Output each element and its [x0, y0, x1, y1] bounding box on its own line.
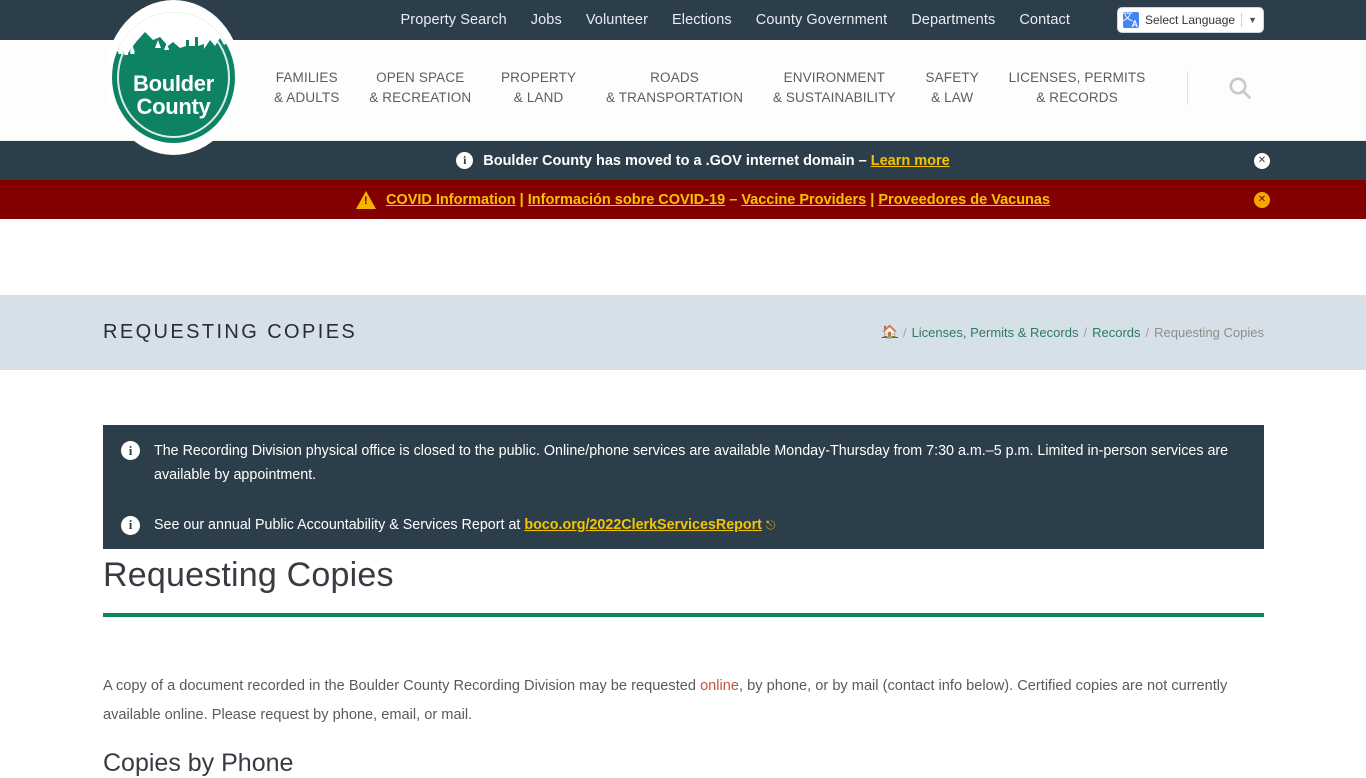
language-selector[interactable]: Select Language ▼ — [1118, 8, 1263, 32]
covid-information-link[interactable]: COVID Information — [386, 192, 516, 208]
alert-gov-message: Boulder County has moved to a .GOV inter… — [483, 152, 871, 169]
alert-covid-content: COVID Information | Información sobre CO… — [0, 190, 1366, 209]
language-selector-divider — [1241, 13, 1243, 27]
topbar-link-property-search[interactable]: Property Search — [401, 12, 507, 28]
intro-paragraph: A copy of a document recorded in the Bou… — [103, 672, 1264, 730]
alert-gov-learn-more-link[interactable]: Learn more — [871, 153, 950, 169]
nav-item-line2: & SUSTAINABILITY — [772, 90, 896, 105]
breadcrumb-separator: / — [1145, 325, 1150, 340]
page-title-bar: REQUESTING COPIES 🏠 / Licenses, Permits … — [0, 295, 1366, 370]
alert-banner-gov-domain: i Boulder County has moved to a .GOV int… — [0, 141, 1366, 180]
main-content: i The Recording Division physical office… — [0, 370, 1366, 777]
nav-item-line1: OPEN SPACE — [376, 70, 465, 85]
nav-item-licenses-permits-records[interactable]: LICENSES, PERMITS & RECORDS — [1005, 68, 1150, 108]
breadcrumb-separator: / — [1083, 325, 1088, 340]
boulder-county-logo[interactable]: Boulder County — [105, 0, 242, 155]
intro-paragraph-part1: A copy of a document recorded in the Bou… — [103, 678, 701, 694]
nav-item-line1: FAMILIES — [275, 70, 338, 85]
heading-underline-rule — [103, 613, 1264, 617]
topbar-link-elections[interactable]: Elections — [672, 12, 732, 28]
covid-informacion-link[interactable]: Información sobre COVID-19 — [528, 192, 725, 208]
content-heading: Requesting Copies — [103, 556, 394, 594]
covid-sep-3: | — [866, 191, 879, 208]
notice-annual-report: i See our annual Public Accountability &… — [103, 501, 1264, 549]
section-heading-copies-by-phone: Copies by Phone — [103, 749, 294, 777]
main-navigation-items: FAMILIES & ADULTS OPEN SPACE & RECREATIO… — [270, 68, 1256, 108]
header-spacer — [0, 219, 1366, 295]
home-icon[interactable]: 🏠 — [882, 325, 898, 340]
notice-office-closed: i The Recording Division physical office… — [103, 425, 1264, 501]
topbar-link-departments[interactable]: Departments — [911, 12, 995, 28]
alert-gov-content: i Boulder County has moved to a .GOV int… — [0, 152, 1366, 169]
alert-gov-text: Boulder County has moved to a .GOV inter… — [483, 153, 950, 169]
info-icon: i — [121, 441, 140, 460]
nav-item-line2: & LAND — [513, 90, 564, 105]
mountain-skyline-icon — [112, 32, 235, 68]
clerk-services-report-link[interactable]: boco.org/2022ClerkServicesReport — [524, 517, 762, 533]
notice-annual-report-prefix: See our annual Public Accountability & S… — [154, 517, 525, 533]
nav-item-line2: & RECREATION — [369, 90, 472, 105]
nav-item-line1: ENVIRONMENT — [783, 70, 885, 85]
info-icon: i — [456, 152, 474, 169]
notice-annual-report-text: See our annual Public Accountability & S… — [154, 513, 775, 537]
logo-text: Boulder County — [112, 72, 235, 118]
nav-item-line2: & LAW — [931, 90, 974, 105]
alert-covid-text: COVID Information | Información sobre CO… — [386, 192, 1050, 208]
page-title: REQUESTING COPIES — [103, 321, 358, 343]
language-selector-label: Select Language — [1145, 13, 1236, 27]
nav-item-roads-transportation[interactable]: ROADS & TRANSPORTATION — [602, 68, 747, 108]
translate-icon — [1122, 8, 1139, 29]
topbar-link-jobs[interactable]: Jobs — [531, 12, 562, 28]
search-icon[interactable] — [1224, 72, 1256, 104]
breadcrumb-item-current: Requesting Copies — [1154, 325, 1264, 340]
nav-item-line2: & RECORDS — [1036, 90, 1118, 105]
warning-icon — [355, 190, 376, 209]
nav-item-line1: PROPERTY — [500, 70, 577, 85]
nav-item-environment-sustainability[interactable]: ENVIRONMENT & SUSTAINABILITY — [769, 68, 900, 108]
chevron-down-icon: ▼ — [1248, 15, 1257, 25]
notice-office-closed-text: The Recording Division physical office i… — [154, 443, 1229, 483]
close-icon[interactable]: ✕ — [1254, 152, 1270, 169]
proveedores-vacunas-link[interactable]: Proveedores de Vacunas — [878, 192, 1050, 208]
logo-line-2: County — [136, 94, 211, 119]
top-utility-links: Property Search Jobs Volunteer Elections… — [401, 8, 1263, 32]
topbar-link-county-government[interactable]: County Government — [756, 12, 887, 28]
breadcrumb-separator: / — [902, 325, 907, 340]
info-icon: i — [121, 515, 140, 535]
nav-item-open-space-recreation[interactable]: OPEN SPACE & RECREATION — [365, 68, 475, 108]
logo-line-1: Boulder — [132, 71, 214, 96]
nav-item-safety-law[interactable]: SAFETY & LAW — [921, 68, 982, 108]
alert-banner-covid: COVID Information | Información sobre CO… — [0, 180, 1366, 219]
close-icon[interactable]: ✕ — [1254, 191, 1270, 208]
nav-item-line2: & ADULTS — [274, 90, 340, 105]
nav-item-line1: SAFETY — [925, 70, 979, 85]
external-link-icon: ⎋ — [765, 518, 776, 532]
breadcrumb-item-licenses-permits-records[interactable]: Licenses, Permits & Records — [912, 325, 1079, 340]
covid-sep-2: – — [725, 191, 742, 208]
breadcrumb: 🏠 / Licenses, Permits & Records / Record… — [882, 325, 1264, 340]
online-request-link[interactable]: online — [700, 678, 739, 694]
nav-divider — [1187, 71, 1189, 105]
nav-item-families-adults[interactable]: FAMILIES & ADULTS — [270, 68, 343, 108]
breadcrumb-item-records[interactable]: Records — [1092, 325, 1140, 340]
logo-disc: Boulder County — [112, 12, 235, 143]
nav-item-line1: ROADS — [650, 70, 699, 85]
covid-sep-1: | — [515, 191, 528, 208]
nav-item-line1: LICENSES, PERMITS — [1008, 70, 1146, 85]
nav-item-property-land[interactable]: PROPERTY & LAND — [497, 68, 580, 108]
vaccine-providers-link[interactable]: Vaccine Providers — [741, 192, 866, 208]
nav-item-line2: & TRANSPORTATION — [605, 90, 744, 105]
topbar-link-volunteer[interactable]: Volunteer — [586, 12, 648, 28]
topbar-link-contact[interactable]: Contact — [1019, 12, 1070, 28]
